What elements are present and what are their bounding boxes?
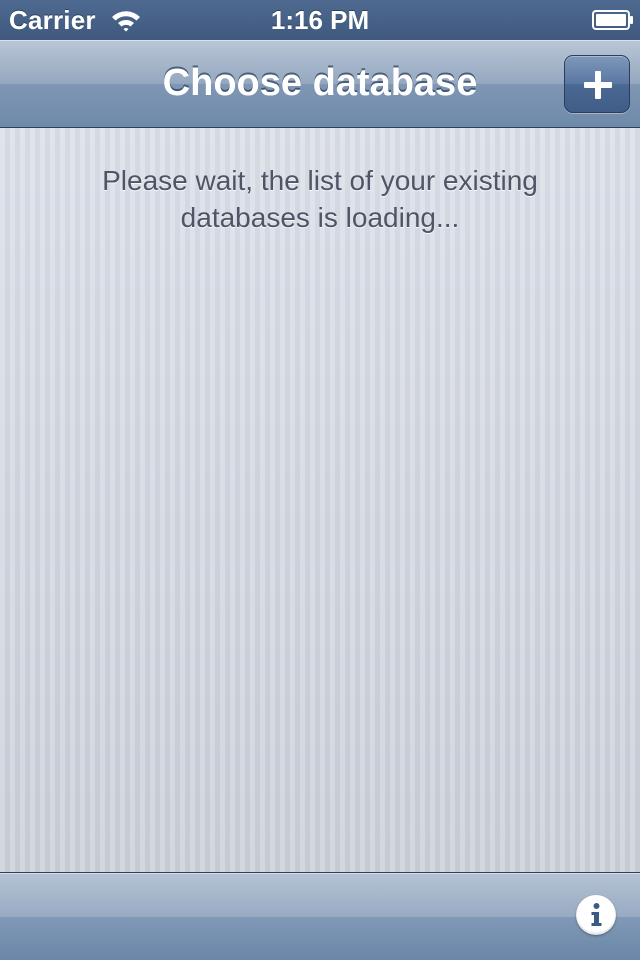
- app-screen: Carrier 1:16 PM Choose database Please w…: [0, 0, 640, 960]
- battery-icon: [592, 10, 634, 30]
- info-button[interactable]: [576, 895, 616, 935]
- loading-message: Please wait, the list of your existing d…: [102, 165, 538, 233]
- page-title: Choose database: [162, 62, 478, 104]
- status-bar: Carrier 1:16 PM: [0, 0, 640, 40]
- add-database-button[interactable]: [564, 55, 630, 113]
- navigation-bar: Choose database: [0, 40, 640, 128]
- database-list-area: Please wait, the list of your existing d…: [0, 128, 640, 872]
- plus-icon: [584, 71, 612, 99]
- bottom-toolbar: [0, 872, 640, 960]
- status-time: 1:16 PM: [270, 5, 370, 35]
- info-icon: [591, 903, 602, 926]
